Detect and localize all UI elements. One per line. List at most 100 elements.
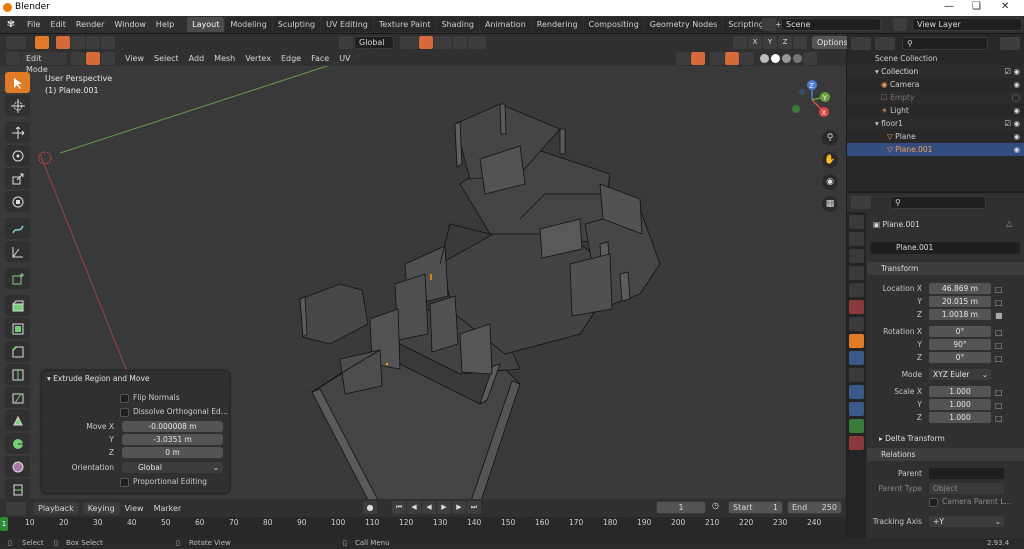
maximize-icon[interactable]: ❏: [972, 1, 981, 12]
outliner-row-empty[interactable]: ☐ Empty ◯: [847, 91, 1024, 104]
hidden-eye-icon[interactable]: ◯: [1012, 91, 1020, 104]
rotation-x-field[interactable]: 0°: [929, 326, 991, 337]
annotate-tool-button[interactable]: [5, 218, 30, 239]
parent-field[interactable]: [929, 468, 1004, 479]
physics-tab[interactable]: [849, 385, 864, 399]
mode-intersect-icon[interactable]: [101, 36, 115, 49]
timeline-ruler[interactable]: 1 10 20 30 40 50 60 70 80 90 100 110 120 130 140 150 16…: [0, 517, 846, 538]
scale-x-field[interactable]: 1.000: [929, 386, 991, 397]
bevel-tool-button[interactable]: [5, 341, 30, 362]
tab-sculpting[interactable]: Sculpting: [272, 17, 321, 32]
menu-help[interactable]: Help: [151, 20, 179, 29]
playback-menu[interactable]: Playback: [33, 501, 79, 515]
jump-end-icon[interactable]: ⏭: [467, 501, 481, 514]
scene-field[interactable]: Scene: [781, 18, 881, 31]
eye-icon[interactable]: ◉: [1013, 104, 1020, 117]
menu-edge[interactable]: Edge: [276, 54, 306, 63]
menu-render[interactable]: Render: [71, 20, 109, 29]
poly-build-tool-button[interactable]: [5, 410, 30, 431]
menu-mesh[interactable]: Mesh: [209, 54, 240, 63]
vertex-select-icon[interactable]: [71, 52, 85, 65]
eye-icon[interactable]: ◉: [1013, 78, 1020, 91]
lock-icon[interactable]: □: [995, 386, 1003, 399]
properties-search[interactable]: ⚲: [890, 196, 986, 209]
eye-icon[interactable]: ◉: [1013, 143, 1020, 156]
orientation-dropdown[interactable]: Global: [354, 36, 394, 49]
outliner-search[interactable]: ⚲: [902, 36, 988, 50]
view-layer-tab[interactable]: [849, 266, 864, 280]
operator-panel-header[interactable]: ▾ Extrude Region and Move: [47, 374, 150, 383]
add-cube-tool-button[interactable]: [5, 268, 30, 289]
solid-shading-icon[interactable]: [771, 54, 780, 63]
view-layer-field[interactable]: View Layer: [912, 18, 1022, 31]
perspective-grid-icon[interactable]: ▦: [822, 196, 838, 212]
menu-face[interactable]: Face: [306, 54, 334, 63]
gizmo-toggle-icon[interactable]: [691, 52, 705, 65]
particles-tab[interactable]: [849, 368, 864, 382]
mirror-y-toggle[interactable]: Y: [763, 36, 777, 49]
tab-compositing[interactable]: Compositing: [583, 17, 644, 32]
tab-animation[interactable]: Animation: [479, 17, 531, 32]
material-tab[interactable]: [849, 436, 864, 450]
transform-tool-button[interactable]: [5, 191, 30, 212]
menu-select[interactable]: Select: [149, 54, 184, 63]
relations-panel-header[interactable]: Relations: [867, 448, 1024, 461]
scene-icon[interactable]: [762, 18, 776, 31]
lock-icon[interactable]: □: [995, 399, 1003, 412]
tab-layout[interactable]: Layout: [187, 17, 225, 32]
editor-type-icon[interactable]: [6, 36, 26, 49]
move-x-field[interactable]: -0.000008 m: [122, 421, 223, 432]
zoom-icon[interactable]: ⚲: [822, 130, 838, 146]
close-icon[interactable]: ✕: [1001, 1, 1009, 12]
next-key-icon[interactable]: ▶: [452, 501, 466, 514]
orientation-select[interactable]: Global ⌄: [122, 462, 223, 473]
timeline-editor-icon[interactable]: [6, 501, 26, 515]
visibility-icon[interactable]: [676, 52, 690, 65]
outliner-editor-icon[interactable]: [851, 36, 871, 50]
object-name-field[interactable]: Plane.001: [870, 242, 1020, 254]
location-x-field[interactable]: 46.869 m: [929, 283, 991, 294]
playhead[interactable]: 1: [0, 517, 8, 531]
lock-icon[interactable]: □: [995, 339, 1003, 352]
select-tool-icon[interactable]: [35, 36, 49, 49]
tab-texture-paint[interactable]: Texture Paint: [373, 17, 436, 32]
location-z-field[interactable]: 1.0018 m: [929, 309, 991, 320]
visibility-eye-icon[interactable]: ☑ ◉: [1004, 65, 1020, 78]
rotation-z-field[interactable]: 0°: [929, 352, 991, 363]
snap-target-icon[interactable]: [434, 36, 452, 49]
cursor-tool-button[interactable]: [5, 95, 30, 116]
rotate-tool-button[interactable]: [5, 145, 30, 166]
object-tab[interactable]: [849, 334, 864, 348]
jump-start-icon[interactable]: ⏮: [392, 501, 406, 514]
filter-icon[interactable]: [1000, 36, 1020, 50]
eye-icon[interactable]: ◉: [1013, 130, 1020, 143]
tool-tab[interactable]: [849, 215, 864, 229]
prev-key-icon[interactable]: ◀: [407, 501, 421, 514]
constraints-tab[interactable]: [849, 402, 864, 416]
data-tab[interactable]: [849, 419, 864, 433]
minimize-icon[interactable]: —: [944, 1, 954, 12]
select-tool-button[interactable]: [5, 72, 30, 93]
material-shading-icon[interactable]: [782, 54, 791, 63]
location-y-field[interactable]: 20.015 m: [929, 296, 991, 307]
scale-tool-button[interactable]: [5, 168, 30, 189]
outliner-row-plane[interactable]: ▽ Plane ◉: [847, 130, 1024, 143]
spin-tool-button[interactable]: [5, 433, 30, 454]
tab-uv-editing[interactable]: UV Editing: [321, 17, 373, 32]
keying-menu[interactable]: Keying: [82, 501, 120, 515]
navigation-gizmo[interactable]: Z X Y: [788, 76, 836, 124]
mode-new-icon[interactable]: [56, 36, 70, 49]
knife-tool-button[interactable]: [5, 387, 30, 408]
lock-icon[interactable]: □: [995, 352, 1003, 365]
scale-z-field[interactable]: 1.000: [929, 412, 991, 423]
render-tab[interactable]: [849, 232, 864, 246]
shading-options-icon[interactable]: [803, 52, 817, 65]
rotation-mode-select[interactable]: XYZ Euler ⌄: [929, 369, 991, 380]
lock-icon[interactable]: □: [995, 326, 1003, 339]
proportional-checkbox[interactable]: Proportional Editing: [120, 477, 207, 487]
play-reverse-icon[interactable]: ◀: [422, 501, 436, 514]
menu-edit[interactable]: Edit: [45, 20, 71, 29]
blender-menu-icon[interactable]: ✾: [0, 19, 22, 30]
lock-icon[interactable]: ■: [995, 309, 1003, 322]
measure-tool-button[interactable]: [5, 241, 30, 262]
